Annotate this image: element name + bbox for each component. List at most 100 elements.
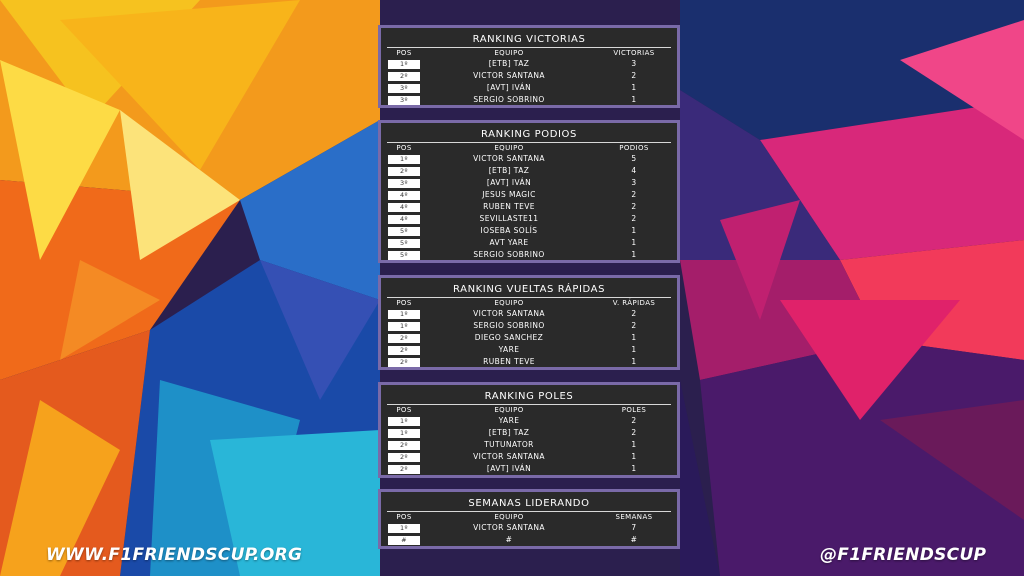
table-header: POS EQUIPO SEMANAS xyxy=(387,512,671,522)
panel-semanas-liderando: SEMANAS LIDERANDO POS EQUIPO SEMANAS 1º … xyxy=(378,489,680,549)
value-cell: 1 xyxy=(631,345,637,354)
position-badge: 1º xyxy=(388,310,420,319)
team-name: AVT YARE xyxy=(489,238,529,247)
position-badge: 2º xyxy=(388,453,420,462)
table-row: 1º [ETB] TAZ 3 xyxy=(387,58,671,70)
value-cell: 2 xyxy=(631,190,637,199)
position-badge: 2º xyxy=(388,334,420,343)
panel-title: SEMANAS LIDERANDO xyxy=(387,498,671,512)
position-badge: 5º xyxy=(388,239,420,248)
table-row: 1º [ETB] TAZ 2 xyxy=(387,427,671,439)
team-name: [ETB] TAZ xyxy=(488,59,530,68)
value-cell: 2 xyxy=(631,71,637,80)
team-name: SERGIO SOBRINO xyxy=(473,321,545,330)
header-pos: POS xyxy=(396,299,412,307)
table-row: 1º SERGIO SOBRINO 2 xyxy=(387,320,671,332)
team-name: [AVT] IVÁN xyxy=(486,178,532,187)
team-name: DIEGO SANCHEZ xyxy=(474,333,544,342)
table-row: 1º VICTOR SANTANA 5 xyxy=(387,153,671,165)
position-badge: 4º xyxy=(388,215,420,224)
panel-title: RANKING PODIOS xyxy=(387,129,671,143)
table-row: 2º [AVT] IVÁN 1 xyxy=(387,463,671,475)
value-cell: 2 xyxy=(631,416,637,425)
website-url[interactable]: WWW.F1FRIENDSCUP.ORG xyxy=(46,545,302,565)
table-row: 2º VICTOR SANTANA 1 xyxy=(387,451,671,463)
team-name: [AVT] IVÁN xyxy=(486,83,532,92)
header-team: EQUIPO xyxy=(494,299,524,307)
table-row: 2º RUBEN TEVE 1 xyxy=(387,356,671,368)
header-team: EQUIPO xyxy=(494,513,524,521)
value-cell: # xyxy=(630,535,638,544)
value-cell: 5 xyxy=(631,154,637,163)
panel-ranking-podios: RANKING PODIOS POS EQUIPO PODIOS 1º VICT… xyxy=(378,120,680,263)
panel-title: RANKING VUELTAS RÁPIDAS xyxy=(387,284,671,298)
position-badge: 1º xyxy=(388,155,420,164)
table-row: 2º VICTOR SANTANA 2 xyxy=(387,70,671,82)
header-value: POLES xyxy=(621,406,647,414)
panel-ranking-victorias: RANKING VICTORIAS POS EQUIPO VICTORIAS 1… xyxy=(378,25,680,108)
panel-title: RANKING POLES xyxy=(387,391,671,405)
value-cell: 1 xyxy=(631,452,637,461)
table-row: 4º SEVILLASTE11 2 xyxy=(387,213,671,225)
position-badge: # xyxy=(388,536,420,545)
table-row: 3º [AVT] IVÁN 3 xyxy=(387,177,671,189)
team-name: JESUS MAGIC xyxy=(482,190,536,199)
table-row: 3º SERGIO SOBRINO 1 xyxy=(387,94,671,106)
team-name: VICTOR SANTANA xyxy=(473,71,545,80)
table-row: 3º [AVT] IVÁN 1 xyxy=(387,82,671,94)
team-name: VICTOR SANTANA xyxy=(473,309,545,318)
team-name: # xyxy=(505,535,513,544)
value-cell: 2 xyxy=(631,428,637,437)
header-pos: POS xyxy=(396,406,412,414)
table-row: 2º [ETB] TAZ 4 xyxy=(387,165,671,177)
table-row: 2º YARE 1 xyxy=(387,344,671,356)
position-badge: 5º xyxy=(388,227,420,236)
header-value: PODIOS xyxy=(619,144,649,152)
value-cell: 1 xyxy=(631,238,637,247)
position-badge: 1º xyxy=(388,524,420,533)
table-row: 1º VICTOR SANTANA 2 xyxy=(387,308,671,320)
header-pos: POS xyxy=(396,513,412,521)
table-header: POS EQUIPO POLES xyxy=(387,405,671,415)
team-name: [ETB] TAZ xyxy=(488,428,530,437)
position-badge: 3º xyxy=(388,84,420,93)
value-cell: 1 xyxy=(631,464,637,473)
value-cell: 4 xyxy=(631,166,637,175)
team-name: YARE xyxy=(498,416,520,425)
position-badge: 2º xyxy=(388,441,420,450)
position-badge: 2º xyxy=(388,167,420,176)
value-cell: 1 xyxy=(631,357,637,366)
team-name: [AVT] IVÁN xyxy=(486,464,532,473)
table-header: POS EQUIPO PODIOS xyxy=(387,143,671,153)
table-row: # # # xyxy=(387,534,671,546)
position-badge: 1º xyxy=(388,60,420,69)
value-cell: 1 xyxy=(631,226,637,235)
panel-title: RANKING VICTORIAS xyxy=(387,34,671,48)
header-value: V. RÁPIDAS xyxy=(612,299,656,307)
value-cell: 1 xyxy=(631,333,637,342)
team-name: [ETB] TAZ xyxy=(488,166,530,175)
value-cell: 3 xyxy=(631,59,637,68)
social-handle[interactable]: @F1FRIENDSCUP xyxy=(820,545,986,565)
team-name: SEVILLASTE11 xyxy=(479,214,539,223)
team-name: VICTOR SANTANA xyxy=(473,523,545,532)
value-cell: 1 xyxy=(631,95,637,104)
value-cell: 2 xyxy=(631,214,637,223)
header-team: EQUIPO xyxy=(494,49,524,57)
position-badge: 1º xyxy=(388,322,420,331)
position-badge: 2º xyxy=(388,358,420,367)
table-row: 4º JESUS MAGIC 2 xyxy=(387,189,671,201)
team-name: RUBEN TEVE xyxy=(483,202,535,211)
value-cell: 1 xyxy=(631,440,637,449)
table-row: 5º IOSEBA SOLÍS 1 xyxy=(387,225,671,237)
value-cell: 2 xyxy=(631,321,637,330)
position-badge: 2º xyxy=(388,346,420,355)
position-badge: 3º xyxy=(388,179,420,188)
value-cell: 1 xyxy=(631,250,637,259)
table-row: 1º YARE 2 xyxy=(387,415,671,427)
table-header: POS EQUIPO VICTORIAS xyxy=(387,48,671,58)
panel-ranking-vueltas-rapidas: RANKING VUELTAS RÁPIDAS POS EQUIPO V. RÁ… xyxy=(378,275,680,370)
table-row: 4º RUBEN TEVE 2 xyxy=(387,201,671,213)
table-row: 5º SERGIO SOBRINO 1 xyxy=(387,249,671,261)
header-pos: POS xyxy=(396,144,412,152)
